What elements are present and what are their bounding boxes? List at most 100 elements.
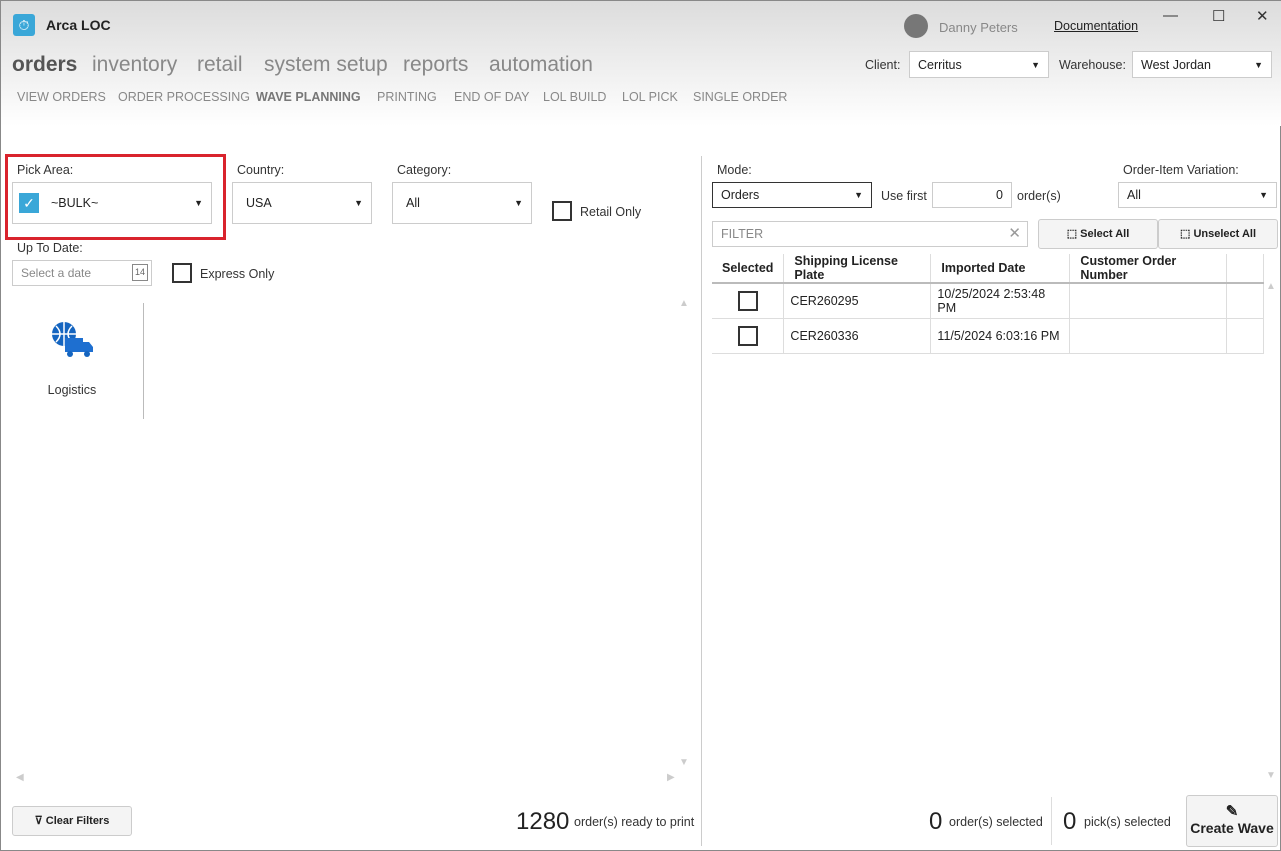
filter-placeholder: FILTER (721, 227, 764, 241)
scroll-right-icon[interactable]: ▶ (667, 772, 675, 783)
country-label: Country: (237, 163, 285, 177)
tab-wave-planning[interactable]: WAVE PLANNING (256, 90, 361, 104)
pick-area-label: Pick Area: (17, 163, 74, 177)
warehouse-value: West Jordan (1141, 58, 1211, 72)
ready-label: order(s) ready to print (574, 815, 695, 829)
col-imported[interactable]: Imported Date (930, 254, 1071, 284)
tab-order-processing[interactable]: ORDER PROCESSING (118, 90, 250, 104)
pick-area-value: ~BULK~ (51, 196, 99, 210)
picks-selected-label: pick(s) selected (1084, 815, 1171, 829)
orders-unit-label: order(s) (1017, 189, 1061, 203)
row-checkbox[interactable] (737, 290, 758, 311)
variation-label: Order-Item Variation: (1123, 163, 1239, 177)
nav-system-setup[interactable]: system setup (264, 53, 388, 77)
country-value: USA (246, 196, 272, 210)
nav-retail[interactable]: retail (197, 53, 243, 77)
checkbox-checked-icon[interactable]: ✓ (19, 193, 39, 213)
up-to-date-label: Up To Date: (17, 241, 83, 255)
unselect-all-label: Unselect All (1193, 228, 1256, 240)
tab-printing[interactable]: PRINTING (377, 90, 437, 104)
clear-filter-icon[interactable]: ✕ (1008, 222, 1021, 246)
scroll-down-icon[interactable]: ▼ (679, 757, 689, 768)
category-select[interactable]: All ▼ (392, 182, 532, 224)
col-extra (1226, 254, 1264, 284)
footer-divider (1051, 797, 1052, 845)
documentation-link[interactable]: Documentation (1054, 19, 1138, 33)
customer-cell (1069, 318, 1228, 354)
unselect-all-button[interactable]: ⬚ Unselect All (1158, 219, 1278, 249)
date-cell: 10/25/2024 2:53:48 PM (930, 283, 1071, 319)
create-wave-label: Create Wave (1190, 820, 1274, 836)
chevron-down-icon: ▼ (1031, 60, 1040, 70)
nav-reports[interactable]: reports (403, 53, 468, 77)
customer-cell (1069, 283, 1228, 319)
nav-inventory[interactable]: inventory (92, 53, 177, 77)
pick-area-select[interactable]: ✓ ~BULK~ ▼ (12, 182, 212, 224)
country-select[interactable]: USA ▼ (232, 182, 372, 224)
chevron-down-icon: ▼ (1259, 190, 1268, 200)
calendar-icon[interactable]: 14 (132, 264, 148, 281)
scroll-left-icon[interactable]: ◀ (16, 772, 24, 783)
table-header: Selected Shipping License Plate Imported… (712, 254, 1264, 284)
variation-select[interactable]: All ▼ (1118, 182, 1277, 208)
row-checkbox[interactable] (737, 325, 758, 346)
col-selected[interactable]: Selected (712, 254, 785, 284)
plate-cell: CER260295 (783, 283, 932, 319)
unselect-all-icon: ⬚ (1179, 228, 1194, 240)
picks-selected-count: 0 (1063, 808, 1077, 835)
maximize-icon[interactable]: ☐ (1212, 7, 1225, 25)
chevron-down-icon: ▼ (854, 190, 863, 200)
filter-input[interactable]: FILTER ✕ (712, 221, 1028, 247)
category-label: Category: (397, 163, 452, 177)
chevron-down-icon: ▼ (194, 198, 203, 208)
nav-orders[interactable]: orders (12, 53, 77, 77)
orders-selected-count: 0 (929, 808, 943, 835)
panel-divider (701, 156, 702, 846)
warehouse-select[interactable]: West Jordan ▼ (1132, 51, 1272, 78)
col-customer[interactable]: Customer Order Number (1069, 254, 1228, 284)
express-only-checkbox[interactable] (172, 263, 192, 283)
tab-end-of-day[interactable]: END OF DAY (454, 90, 529, 104)
tab-lol-build[interactable]: LOL BUILD (543, 90, 606, 104)
warehouse-label: Warehouse: (1059, 58, 1126, 72)
tab-view-orders[interactable]: VIEW ORDERS (17, 90, 106, 104)
mode-label: Mode: (717, 163, 752, 177)
client-select[interactable]: Cerritus ▼ (909, 51, 1049, 78)
table-row[interactable]: CER260336 11/5/2024 6:03:16 PM (712, 318, 1264, 354)
select-all-button[interactable]: ⬚ Select All (1038, 219, 1158, 249)
user-avatar-icon[interactable] (904, 14, 928, 38)
nav-automation[interactable]: automation (489, 53, 593, 77)
create-wave-button[interactable]: ✎ Create Wave (1186, 795, 1278, 847)
chevron-down-icon: ▼ (514, 198, 523, 208)
tab-lol-pick[interactable]: LOL PICK (622, 90, 678, 104)
mode-select[interactable]: Orders ▼ (712, 182, 872, 208)
retail-only-label: Retail Only (580, 205, 642, 219)
ready-count: 1280 (516, 808, 570, 835)
tile-logistics[interactable]: Logistics (11, 311, 133, 411)
clear-filters-button[interactable]: ⊽ Clear Filters (12, 806, 132, 836)
app-title: Arca LOC (46, 17, 111, 33)
date-input[interactable]: Select a date 14 (12, 260, 152, 286)
date-placeholder: Select a date (21, 266, 92, 280)
clear-filters-label: Clear Filters (45, 815, 110, 827)
retail-only-checkbox[interactable] (552, 201, 572, 221)
user-name[interactable]: Danny Peters (939, 20, 1018, 35)
col-plate[interactable]: Shipping License Plate (783, 254, 932, 284)
date-cell: 11/5/2024 6:03:16 PM (930, 318, 1071, 354)
tab-single-order[interactable]: SINGLE ORDER (693, 90, 787, 104)
table-scroll-up-icon[interactable]: ▲ (1266, 281, 1276, 292)
minimize-icon[interactable]: — (1163, 7, 1178, 24)
app-logo-icon: ⏱ (13, 14, 35, 36)
orders-table: Selected Shipping License Plate Imported… (712, 254, 1264, 354)
chevron-down-icon: ▼ (354, 198, 363, 208)
client-value: Cerritus (918, 58, 962, 72)
use-first-input[interactable]: 0 (932, 182, 1012, 208)
chevron-down-icon: ▼ (1254, 60, 1263, 70)
express-only-label: Express Only (200, 267, 275, 281)
client-label: Client: (865, 58, 901, 72)
scroll-up-icon[interactable]: ▲ (679, 298, 689, 309)
table-row[interactable]: CER260295 10/25/2024 2:53:48 PM (712, 283, 1264, 319)
mode-value: Orders (721, 188, 760, 202)
table-scroll-down-icon[interactable]: ▼ (1266, 770, 1276, 781)
close-icon[interactable]: ✕ (1256, 7, 1269, 25)
